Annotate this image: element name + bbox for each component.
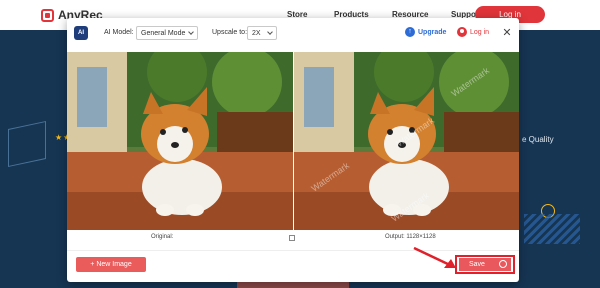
ai-model-select[interactable]: General Mode <box>136 26 198 40</box>
output-caption: Output: 1128×1128 <box>385 234 436 240</box>
decorative-cube <box>8 120 46 168</box>
upgrade-button[interactable]: ↑ Upgrade <box>405 27 446 37</box>
upgrade-arrow-icon: ↑ <box>405 27 415 37</box>
upscale-label: Upscale to: <box>212 29 248 36</box>
anyrec-logo-icon <box>41 8 54 22</box>
upscale-select[interactable]: 2X <box>247 26 277 40</box>
new-image-button[interactable]: + New Image <box>76 257 146 272</box>
modal-toolbar: AI AI Model: General Mode Upscale to: 2X… <box>67 18 519 50</box>
output-image: Watermark Watermark Watermark Watermark <box>294 52 519 230</box>
decorative-stripes <box>524 214 580 244</box>
original-caption: Original: <box>151 234 174 240</box>
ai-app-icon: AI <box>74 26 88 40</box>
upscale-result-modal: AI AI Model: General Mode Upscale to: 2X… <box>67 18 519 282</box>
compare-icon[interactable] <box>289 235 295 241</box>
chevron-down-icon <box>188 29 194 35</box>
background-upload-button[interactable] <box>237 281 349 288</box>
background-feature-text: e Quality <box>522 135 554 144</box>
original-image <box>67 52 293 230</box>
save-button[interactable]: Save <box>459 258 511 271</box>
modal-login-label: Log in <box>470 28 490 36</box>
save-label: Save <box>469 261 485 268</box>
chevron-down-icon <box>267 29 273 35</box>
user-icon <box>457 27 467 37</box>
original-photo <box>67 52 293 230</box>
upscale-value: 2X <box>252 29 261 37</box>
modal-login-button[interactable]: Log in <box>457 27 489 37</box>
ai-model-value: General Mode <box>141 29 186 37</box>
clock-icon <box>499 260 507 268</box>
ai-model-label: AI Model: <box>104 29 134 36</box>
close-icon[interactable]: ✕ <box>501 26 513 39</box>
upgrade-label: Upgrade <box>418 28 447 36</box>
output-photo: Watermark Watermark Watermark Watermark <box>294 52 519 230</box>
